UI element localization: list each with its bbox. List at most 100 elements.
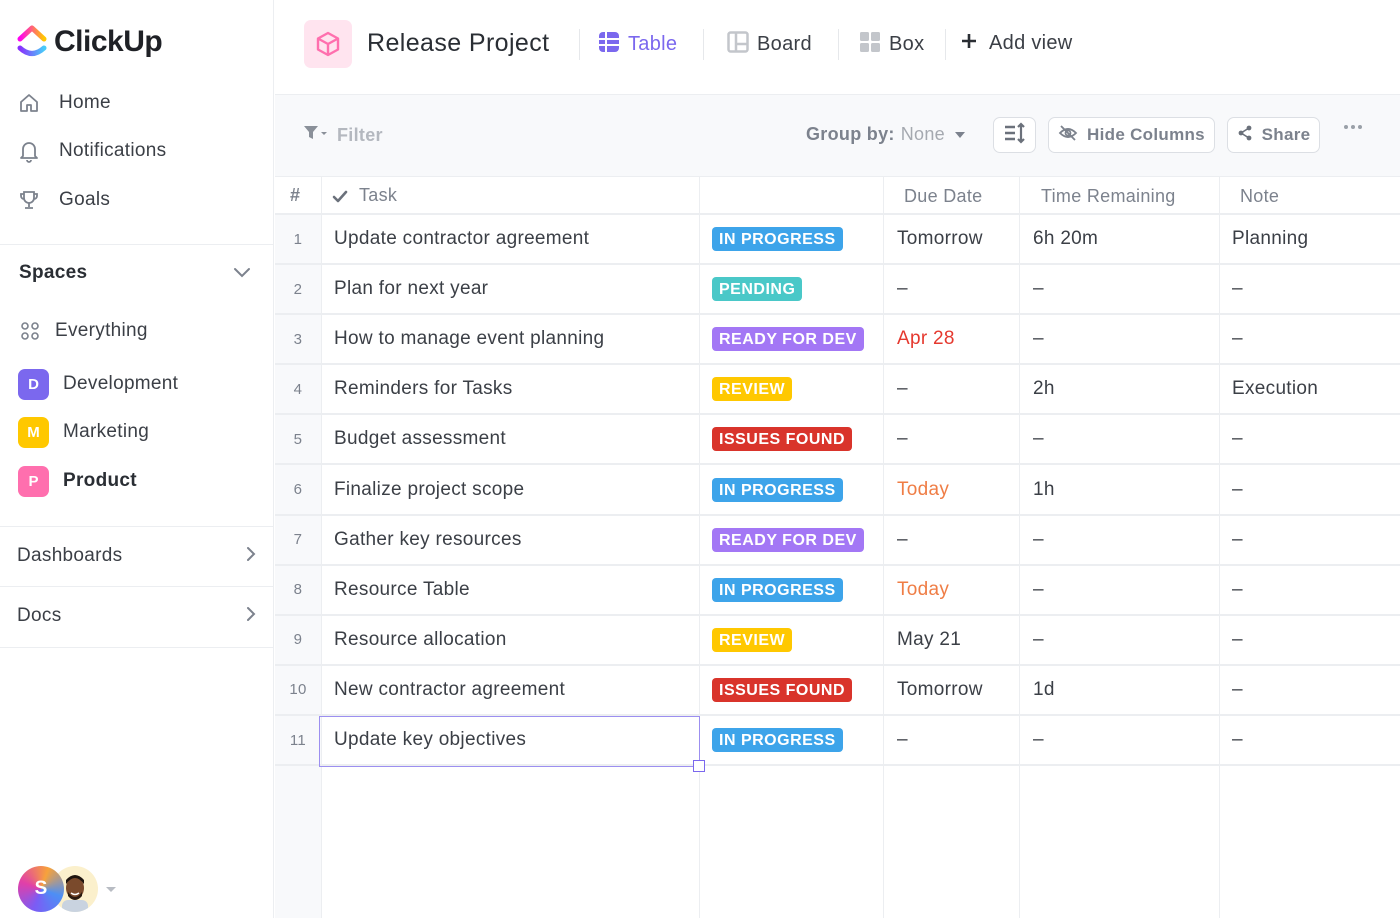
note-cell[interactable]: – <box>1232 415 1243 463</box>
fill-handle[interactable] <box>693 760 705 772</box>
due-date-cell[interactable]: Today <box>897 566 949 614</box>
task-name-cell[interactable]: Reminders for Tasks <box>334 365 513 413</box>
sidebar-item-notifications[interactable]: Notifications <box>17 136 166 166</box>
note-cell[interactable]: Planning <box>1232 215 1308 263</box>
status-cell[interactable]: IN PROGRESS <box>712 716 843 764</box>
time-remaining-cell[interactable]: – <box>1033 415 1044 463</box>
table-row[interactable]: 11 Update key objectives IN PROGRESS – – – <box>275 716 1400 766</box>
due-date-cell[interactable]: Tomorrow <box>897 215 983 263</box>
status-badge[interactable]: PENDING <box>712 277 803 302</box>
due-date-cell[interactable]: Today <box>897 466 949 514</box>
filter-button[interactable]: Filter <box>303 125 383 146</box>
time-remaining-cell[interactable]: – <box>1033 716 1044 764</box>
tab-box[interactable]: Box <box>859 31 924 57</box>
status-badge[interactable]: REVIEW <box>712 627 793 652</box>
table-row[interactable]: 4 Reminders for Tasks REVIEW – 2h Execution <box>275 365 1400 416</box>
sidebar-item-goals[interactable]: Goals <box>17 185 110 215</box>
column-header-task[interactable]: Task <box>359 185 397 206</box>
note-cell[interactable]: – <box>1232 616 1243 664</box>
note-cell[interactable]: – <box>1232 466 1243 514</box>
task-name-cell[interactable]: Resource allocation <box>334 616 507 664</box>
due-date-cell[interactable]: Apr 28 <box>897 315 955 363</box>
sidebar-item-dashboards[interactable]: Dashboards <box>17 541 257 571</box>
task-name-cell[interactable]: Resource Table <box>334 566 470 614</box>
task-name-cell[interactable]: Finalize project scope <box>334 466 524 514</box>
column-header-note[interactable]: Note <box>1240 186 1279 207</box>
status-badge[interactable]: ISSUES FOUND <box>712 427 853 452</box>
status-badge[interactable]: READY FOR DEV <box>712 527 864 552</box>
task-name-cell[interactable]: Plan for next year <box>334 265 488 313</box>
time-remaining-cell[interactable]: – <box>1033 566 1044 614</box>
status-cell[interactable]: IN PROGRESS <box>712 466 843 514</box>
task-name-cell[interactable]: Update key objectives <box>334 716 526 764</box>
sidebar-item-docs[interactable]: Docs <box>17 601 257 631</box>
task-name-cell[interactable]: Update contractor agreement <box>334 215 589 263</box>
status-badge[interactable]: ISSUES FOUND <box>712 677 853 702</box>
time-remaining-cell[interactable]: 6h 20m <box>1033 215 1098 263</box>
add-view-button[interactable]: Add view <box>961 30 1073 56</box>
status-badge[interactable]: REVIEW <box>712 377 793 402</box>
note-cell[interactable]: – <box>1232 716 1243 764</box>
more-options-icon[interactable] <box>1344 125 1362 129</box>
status-cell[interactable]: READY FOR DEV <box>712 516 864 564</box>
status-cell[interactable]: REVIEW <box>712 365 793 413</box>
time-remaining-cell[interactable]: – <box>1033 516 1044 564</box>
column-header-due-date[interactable]: Due Date <box>904 186 982 207</box>
due-date-cell[interactable]: – <box>897 365 908 413</box>
sidebar-item-everything[interactable]: Everything <box>18 316 148 346</box>
clickup-logo[interactable]: ClickUp <box>17 25 163 59</box>
column-header-time-remaining[interactable]: Time Remaining <box>1041 186 1176 207</box>
space-marketing[interactable]: M Marketing <box>18 416 149 448</box>
table-row[interactable]: 6 Finalize project scope IN PROGRESS Today 1… <box>275 466 1400 516</box>
task-name-cell[interactable]: Gather key resources <box>334 516 522 564</box>
status-cell[interactable]: READY FOR DEV <box>712 315 864 363</box>
due-date-cell[interactable]: – <box>897 716 908 764</box>
status-badge[interactable]: READY FOR DEV <box>712 327 864 352</box>
tab-board[interactable]: Board <box>727 30 812 57</box>
table-row[interactable]: 3 How to manage event planning READY FOR D… <box>275 315 1400 366</box>
table-row[interactable]: 8 Resource Table IN PROGRESS Today – – <box>275 566 1400 616</box>
sidebar-item-home[interactable]: Home <box>17 88 111 118</box>
table-row[interactable]: 7 Gather key resources READY FOR DEV – – – <box>275 516 1400 566</box>
time-remaining-cell[interactable]: – <box>1033 616 1044 664</box>
table-row[interactable]: 1 Update contractor agreement IN PROGRESS T… <box>275 215 1400 265</box>
status-badge[interactable]: IN PROGRESS <box>712 477 843 502</box>
due-date-cell[interactable]: – <box>897 265 908 313</box>
table-row[interactable]: 9 Resource allocation REVIEW May 21 – – <box>275 616 1400 666</box>
note-cell[interactable]: – <box>1232 566 1243 614</box>
task-name-cell[interactable]: How to manage event planning <box>334 315 604 363</box>
table-row[interactable]: 2 Plan for next year PENDING – – – <box>275 265 1400 316</box>
time-remaining-cell[interactable]: 1d <box>1033 666 1055 714</box>
time-remaining-cell[interactable]: 2h <box>1033 365 1055 413</box>
share-button[interactable]: Share <box>1227 117 1320 153</box>
table-row[interactable]: 10 New contractor agreement ISSUES FOUND To… <box>275 666 1400 716</box>
due-date-cell[interactable]: Tomorrow <box>897 666 983 714</box>
note-cell[interactable]: – <box>1232 315 1243 363</box>
time-remaining-cell[interactable]: 1h <box>1033 466 1055 514</box>
status-badge[interactable]: IN PROGRESS <box>712 577 843 602</box>
status-cell[interactable]: REVIEW <box>712 616 793 664</box>
row-height-button[interactable] <box>993 117 1036 153</box>
status-cell[interactable]: IN PROGRESS <box>712 215 843 263</box>
time-remaining-cell[interactable]: – <box>1033 265 1044 313</box>
due-date-cell[interactable]: May 21 <box>897 616 961 664</box>
status-cell[interactable]: PENDING <box>712 265 803 313</box>
table-row[interactable]: 5 Budget assessment ISSUES FOUND – – – <box>275 415 1400 466</box>
status-cell[interactable]: IN PROGRESS <box>712 566 843 614</box>
status-cell[interactable]: ISSUES FOUND <box>712 666 853 714</box>
checkmark-icon[interactable] <box>332 188 348 209</box>
space-product[interactable]: P Product <box>18 465 137 497</box>
note-cell[interactable]: – <box>1232 666 1243 714</box>
chevron-down-icon[interactable] <box>232 266 252 285</box>
hide-columns-button[interactable]: Hide Columns <box>1048 117 1215 153</box>
task-name-cell[interactable]: New contractor agreement <box>334 666 565 714</box>
group-by-dropdown[interactable]: Group by: None <box>806 124 965 145</box>
note-cell[interactable]: – <box>1232 265 1243 313</box>
space-development[interactable]: D Development <box>18 368 178 400</box>
note-cell[interactable]: Execution <box>1232 365 1318 413</box>
tab-table[interactable]: Table <box>598 31 677 57</box>
status-badge[interactable]: IN PROGRESS <box>712 227 843 251</box>
due-date-cell[interactable]: – <box>897 516 908 564</box>
user-menu[interactable]: S <box>18 866 116 912</box>
time-remaining-cell[interactable]: – <box>1033 315 1044 363</box>
